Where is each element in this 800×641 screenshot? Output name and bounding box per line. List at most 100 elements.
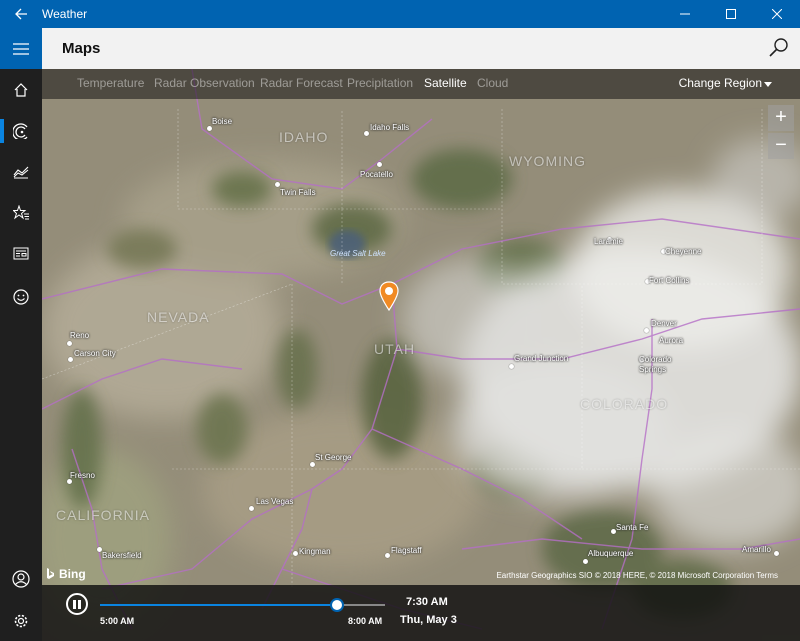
app-header: Maps: [0, 28, 800, 69]
zoom-in-button[interactable]: +: [768, 105, 794, 131]
forecast-icon: [13, 123, 28, 139]
city-marker: [275, 182, 280, 187]
nav-news[interactable]: [0, 234, 42, 274]
close-button[interactable]: [754, 0, 800, 28]
favorites-icon: [13, 205, 29, 220]
city-label: Aurora: [659, 336, 684, 345]
close-icon: [772, 9, 782, 19]
tab-temperature[interactable]: Temperature: [77, 69, 144, 99]
city-marker: [310, 462, 315, 467]
city-marker: [207, 126, 212, 131]
city-marker: [68, 357, 73, 362]
nav-settings[interactable]: [0, 601, 42, 641]
city-label: Bakersfield: [102, 551, 142, 560]
city-label: Denver: [651, 319, 677, 328]
nav-favorites[interactable]: [0, 193, 42, 233]
nav-maps[interactable]: [0, 111, 42, 151]
hamburger-icon: [13, 42, 29, 55]
time-slider[interactable]: [100, 598, 385, 612]
city-label: Grand Junction: [514, 354, 569, 363]
city-marker: [583, 559, 588, 564]
account-icon: [12, 570, 30, 588]
city-label: Cheyenne: [665, 247, 702, 256]
city-marker: [774, 551, 779, 556]
state-label: UTAH: [374, 341, 416, 357]
city-marker: [67, 341, 72, 346]
search-icon: [769, 38, 788, 57]
back-arrow-icon: [14, 8, 27, 20]
slider-progress: [100, 604, 337, 606]
city-label: Flagstaff: [391, 546, 422, 555]
state-label: IDAHO: [279, 129, 329, 145]
city-marker: [644, 328, 649, 333]
maximize-icon: [726, 9, 736, 19]
current-date: Thu, May 3: [400, 614, 457, 626]
state-label: COLORADO: [580, 396, 669, 412]
map-layer-tabs: Temperature Radar Observation Radar Fore…: [42, 69, 800, 99]
left-navigation: [0, 69, 42, 641]
back-button[interactable]: [0, 0, 42, 28]
pause-icon: [73, 599, 76, 609]
city-marker: [249, 506, 254, 511]
satellite-map[interactable]: Temperature Radar Observation Radar Fore…: [42, 69, 800, 641]
bing-label: Bing: [59, 567, 86, 581]
city-label: Santa Fe: [616, 523, 649, 532]
map-copyright: Earthstar Geographics SIO © 2018 HERE, ©…: [496, 571, 778, 580]
pause-button[interactable]: [66, 593, 88, 615]
feedback-smiley-icon: [13, 289, 29, 305]
minimize-button[interactable]: [662, 0, 708, 28]
city-label: Pocatello: [360, 170, 393, 179]
current-time: 7:30 AM: [406, 596, 448, 608]
city-label: Fresno: [70, 471, 95, 480]
tab-satellite[interactable]: Satellite: [424, 69, 467, 99]
slider-thumb[interactable]: [329, 598, 344, 612]
city-label: Albuquerque: [588, 549, 634, 558]
tab-radar-forecast[interactable]: Radar Forecast: [260, 69, 343, 99]
state-label: NEVADA: [147, 309, 210, 325]
city-label: Boise: [212, 117, 233, 126]
hamburger-menu-button[interactable]: [0, 28, 42, 69]
nav-historical-weather[interactable]: [0, 152, 42, 192]
state-label: CALIFORNIA: [56, 507, 151, 523]
tab-precipitation[interactable]: Precipitation: [347, 69, 413, 99]
city-label: Idaho Falls: [370, 123, 410, 132]
home-icon: [14, 83, 28, 97]
news-icon: [13, 247, 29, 260]
city-label: Colorado Springs: [639, 355, 672, 374]
nav-feedback[interactable]: [0, 277, 42, 317]
city-marker: [293, 551, 298, 556]
bing-logo: Bing: [46, 567, 86, 581]
title-bar: Weather: [0, 0, 800, 28]
state-label: WYOMING: [509, 153, 586, 169]
nav-account[interactable]: [0, 559, 42, 599]
location-pin-icon[interactable]: [378, 281, 400, 311]
city-label: Reno: [70, 331, 90, 340]
page-title: Maps: [62, 40, 101, 57]
tab-cloud[interactable]: Cloud: [477, 69, 508, 99]
start-time: 5:00 AM: [100, 616, 135, 626]
window-title: Weather: [42, 7, 88, 21]
city-label: Amarillo: [742, 545, 771, 554]
end-time: 8:00 AM: [348, 616, 383, 626]
tab-radar-observation[interactable]: Radar Observation: [154, 69, 255, 99]
maximize-button[interactable]: [708, 0, 754, 28]
playback-bar: 5:00 AM 8:00 AM 7:30 AM Thu, May 3: [42, 585, 800, 641]
change-region-button[interactable]: Change Region: [679, 69, 762, 99]
nav-home[interactable]: [0, 70, 42, 110]
chevron-down-icon: [764, 82, 772, 87]
settings-icon: [14, 614, 28, 628]
city-marker: [509, 364, 514, 369]
city-label: Twin Falls: [280, 188, 316, 197]
search-button[interactable]: [768, 37, 790, 59]
zoom-out-button[interactable]: −: [768, 133, 794, 159]
city-marker: [385, 553, 390, 558]
lake-label: Great Salt Lake: [330, 249, 386, 258]
city-label: Las Vegas: [256, 497, 294, 506]
city-label: Carson City: [74, 349, 116, 358]
historical-weather-icon: [13, 166, 29, 179]
bing-icon: [47, 568, 54, 579]
city-label: Fort Collins: [649, 276, 690, 285]
city-label: Kingman: [299, 547, 331, 556]
city-marker: [377, 162, 382, 167]
city-label: Laramie: [594, 237, 623, 246]
